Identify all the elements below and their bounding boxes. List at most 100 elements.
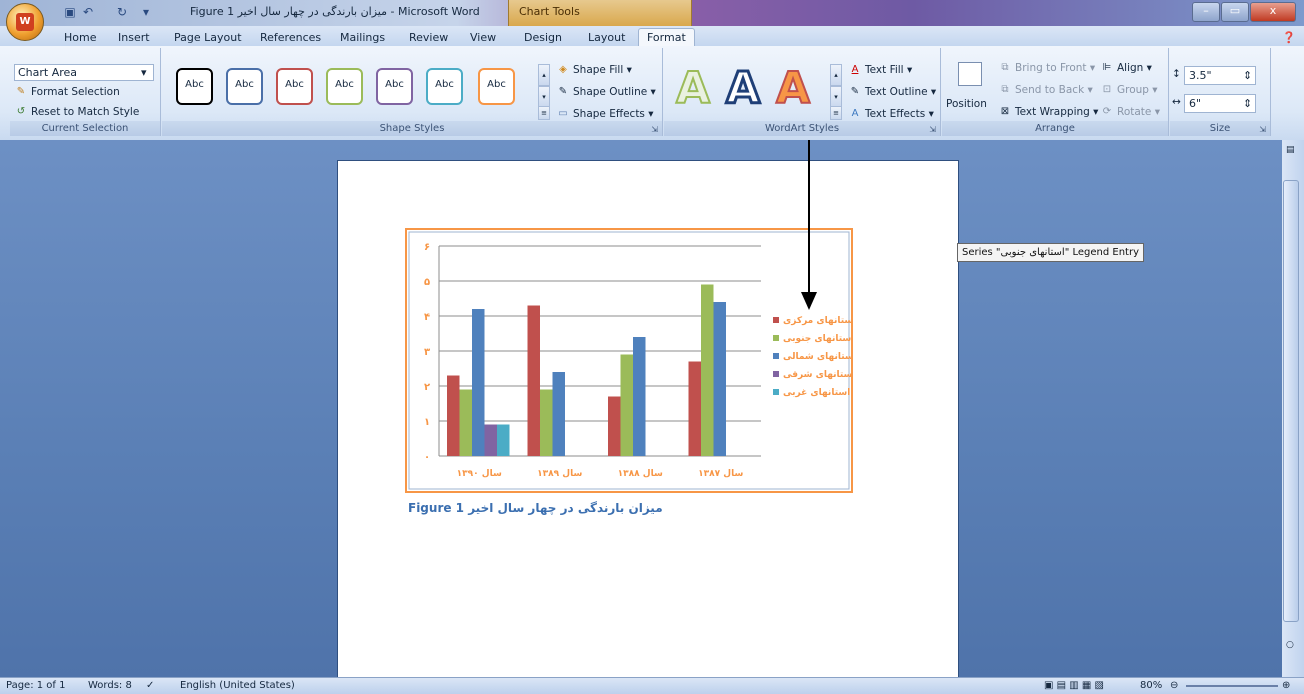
shape-outline-button[interactable]: ✎ Shape Outline ▾ — [556, 86, 656, 98]
text-outline-button[interactable]: ✎ Text Outline ▾ — [848, 86, 936, 98]
wordart-more[interactable]: ≡ — [830, 106, 842, 120]
tab-references[interactable]: References — [260, 29, 321, 46]
shape-styles-label: Shape Styles — [162, 121, 662, 136]
legend-entry-tooltip: Series "استانهای جنوبی" Legend Entry — [957, 243, 1144, 262]
reset-to-match-style-button[interactable]: ↺ Reset to Match Style — [14, 106, 140, 118]
rotate-button[interactable]: ⟳ Rotate ▾ — [1100, 106, 1160, 118]
tab-mailings[interactable]: Mailings — [340, 29, 385, 46]
text-effects-button[interactable]: A Text Effects ▾ — [848, 108, 934, 120]
align-button[interactable]: ⊫ Align ▾ — [1100, 62, 1152, 74]
bring-to-front-button[interactable]: ⧉ Bring to Front ▾ — [998, 62, 1095, 74]
arrow-head — [801, 292, 817, 310]
zoom-level[interactable]: 80% — [1140, 680, 1162, 691]
size-label: Size — [1170, 121, 1270, 136]
chart-elements-dropdown[interactable]: Chart Area ▾ — [14, 64, 154, 81]
shape-style-swatch[interactable]: Abc — [426, 68, 463, 105]
status-bar: Page: 1 of 1 Words: 8 ✓ English (United … — [0, 677, 1304, 694]
position-icon — [958, 62, 982, 86]
word-count[interactable]: Words: 8 — [88, 680, 132, 691]
tab-format[interactable]: Format — [638, 28, 695, 46]
wordart-scroll-up[interactable]: ▴ — [830, 64, 842, 86]
figure-caption: Figure 1 میزان بارندگی در چهار سال اخیر — [408, 501, 663, 515]
y-tick-label: ۵ — [424, 277, 430, 288]
ribbon-tab-bar: Home Insert Page Layout References Maili… — [0, 26, 1304, 46]
language-indicator[interactable]: English (United States) — [180, 680, 295, 691]
group-icon: ⊡ — [1102, 84, 1112, 95]
group-button[interactable]: ⊡ Group ▾ — [1100, 84, 1158, 96]
zoom-out-icon[interactable]: ⊖ — [1170, 680, 1178, 691]
x-tick-label: سال ۱۳۸۹ — [537, 469, 582, 479]
bar — [713, 302, 726, 456]
bar — [447, 375, 460, 456]
text-outline-icon: ✎ — [850, 86, 860, 97]
tab-review[interactable]: Review — [409, 29, 448, 46]
tab-page-layout[interactable]: Page Layout — [174, 29, 242, 46]
shape-style-swatch[interactable]: Abc — [326, 68, 363, 105]
dialog-launcher-icon[interactable]: ⇲ — [651, 125, 658, 134]
save-icon[interactable]: ▣ — [62, 4, 78, 20]
embedded-chart[interactable]: ۰ ۱ ۲ ۳ ۴ ۵ ۶ سال ۱۳۹۰ سال ۱۳۸۹ سال ۱۳۸۸ سال ۱۳۸۷… — [405, 228, 853, 493]
legend-entry: استانهای جنوبی — [783, 334, 853, 344]
ruler-toggle-icon[interactable]: ▤ — [1286, 145, 1295, 155]
minimize-button[interactable]: – — [1192, 2, 1220, 22]
text-fill-icon: A — [851, 64, 859, 75]
page-count[interactable]: Page: 1 of 1 — [6, 680, 65, 691]
tab-insert[interactable]: Insert — [118, 29, 150, 46]
help-icon[interactable]: ❓ — [1282, 29, 1296, 46]
legend-marker — [773, 335, 779, 341]
paint-bucket-icon: ◈ — [559, 64, 567, 75]
shape-width-input[interactable]: 6" ⇕ — [1184, 94, 1256, 113]
text-wrapping-button[interactable]: ⊠ Text Wrapping ▾ — [998, 106, 1099, 118]
wordart-style-2[interactable]: A — [724, 62, 761, 116]
close-button[interactable]: x — [1250, 2, 1296, 22]
send-to-back-button[interactable]: ⧉ Send to Back ▾ — [998, 84, 1092, 96]
dialog-launcher-icon[interactable]: ⇲ — [929, 125, 936, 134]
customize-qat-icon[interactable]: ▾ — [138, 4, 154, 20]
tab-view[interactable]: View — [470, 29, 496, 46]
bar — [552, 372, 565, 456]
arrange-label: Arrange — [942, 121, 1168, 136]
position-button[interactable]: Position — [946, 98, 987, 110]
send-to-back-icon: ⧉ — [1001, 84, 1009, 95]
legend-entry: استانهای شمالی — [783, 352, 853, 362]
zoom-slider[interactable] — [1186, 685, 1278, 687]
shape-effects-button[interactable]: ▭ Shape Effects ▾ — [556, 108, 653, 120]
wordart-style-3[interactable]: A — [775, 62, 811, 115]
tab-design[interactable]: Design — [524, 29, 562, 46]
shape-fill-button[interactable]: ◈ Shape Fill ▾ — [556, 64, 632, 76]
view-buttons[interactable]: ▣ ▤ ▥ ▦ ▧ — [1044, 680, 1104, 691]
window-title: Figure 1 میزان بارندگی در چهار سال اخیر … — [190, 5, 480, 18]
office-button[interactable]: W — [6, 3, 44, 41]
format-selection-button[interactable]: ✎ Format Selection — [14, 86, 120, 98]
bar — [527, 305, 540, 456]
wordart-style-1[interactable]: A — [675, 62, 711, 115]
redo-icon[interactable]: ↻ — [114, 4, 130, 20]
browse-object-icon[interactable]: ○ — [1286, 640, 1294, 650]
wordart-scroll-down[interactable]: ▾ — [830, 86, 842, 108]
proofing-icon[interactable]: ✓ — [146, 680, 154, 691]
bar — [497, 424, 510, 456]
shape-style-swatch[interactable]: Abc — [376, 68, 413, 105]
tab-home[interactable]: Home — [64, 29, 96, 46]
shape-style-swatch[interactable]: Abc — [276, 68, 313, 105]
shape-style-swatch[interactable]: Abc — [226, 68, 263, 105]
gallery-scroll-down[interactable]: ▾ — [538, 86, 550, 108]
tab-layout[interactable]: Layout — [588, 29, 625, 46]
gallery-scroll-up[interactable]: ▴ — [538, 64, 550, 86]
format-icon: ✎ — [16, 86, 26, 97]
maximize-button[interactable]: ▭ — [1221, 2, 1249, 22]
shape-style-swatch[interactable]: Abc — [176, 68, 213, 105]
shape-height-input[interactable]: 3.5" ⇕ — [1184, 66, 1256, 85]
undo-icon[interactable]: ↶ — [80, 4, 96, 20]
shape-style-swatch[interactable]: Abc — [478, 68, 515, 105]
bar — [472, 309, 485, 456]
scrollbar-thumb[interactable] — [1283, 180, 1299, 622]
chart-tools-context-label: Chart Tools — [508, 0, 692, 26]
dialog-launcher-icon[interactable]: ⇲ — [1259, 125, 1266, 134]
legend-marker — [773, 353, 779, 359]
gallery-more[interactable]: ≡ — [538, 106, 550, 120]
text-fill-button[interactable]: A Text Fill ▾ — [848, 64, 913, 76]
y-tick-label: ۲ — [424, 382, 430, 393]
x-tick-label: سال ۱۳۹۰ — [457, 469, 502, 479]
zoom-in-icon[interactable]: ⊕ — [1282, 680, 1290, 691]
